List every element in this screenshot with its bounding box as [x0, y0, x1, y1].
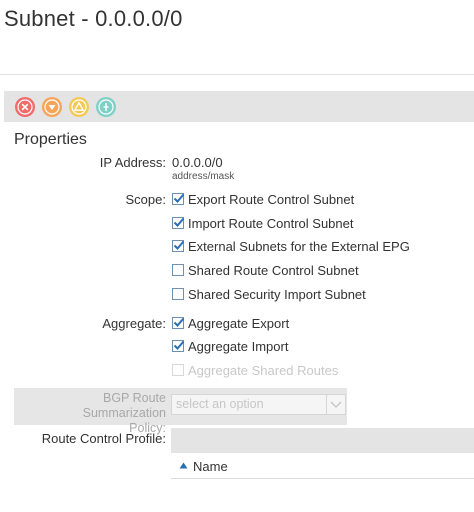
checkbox-label: Import Route Control Subnet	[188, 215, 354, 231]
download-button[interactable]	[42, 96, 62, 117]
bgp-policy-label-line1: BGP Route Summarization	[82, 391, 166, 420]
checkmark-icon	[173, 217, 185, 227]
bgp-policy-select: select an option	[171, 394, 346, 415]
checkbox	[172, 364, 184, 376]
sort-ascending-icon	[179, 462, 188, 469]
properties-heading: Properties	[14, 131, 87, 148]
checkbox-label: Shared Security Import Subnet	[188, 286, 366, 302]
scope-option-import-route-control[interactable]: Import Route Control Subnet	[172, 215, 353, 231]
checkbox-label: Aggregate Export	[188, 315, 290, 331]
checkbox-label: Aggregate Import	[188, 338, 289, 354]
scope-option-external-subnets[interactable]: External Subnets for the External EPG	[172, 238, 410, 254]
down-arrow-icon	[44, 98, 60, 115]
checkbox-label: External Subnets for the External EPG	[188, 238, 410, 254]
scope-option-shared-route-control[interactable]: Shared Route Control Subnet	[172, 262, 359, 278]
checkbox[interactable]	[172, 317, 185, 329]
name-column-header[interactable]: Name	[171, 453, 474, 479]
checkbox[interactable]	[172, 240, 185, 252]
page-title: Subnet - 0.0.0.0/0	[4, 6, 183, 31]
name-column-label: Name	[193, 459, 228, 474]
route-control-profile-toolbar	[171, 428, 474, 453]
delete-icon	[17, 98, 33, 115]
checkbox[interactable]	[172, 217, 185, 229]
checkbox-label: Export Route Control Subnet	[188, 191, 355, 207]
scope-option-export-route-control[interactable]: Export Route Control Subnet	[172, 191, 354, 207]
info-icon	[98, 98, 114, 115]
checkmark-icon	[173, 317, 185, 327]
warning-button[interactable]	[69, 96, 89, 117]
aggregate-option-export[interactable]: Aggregate Export	[172, 315, 289, 331]
route-control-profile-label: Route Control Profile:	[41, 431, 166, 446]
ip-address-value: 0.0.0.0/0	[172, 155, 223, 170]
title-divider	[0, 74, 474, 75]
chevron-down-icon	[326, 395, 345, 414]
checkbox-label: Aggregate Shared Routes	[188, 362, 339, 378]
warning-icon	[71, 98, 87, 115]
checkbox[interactable]	[172, 340, 185, 352]
info-button[interactable]	[96, 96, 116, 117]
checkbox-label: Shared Route Control Subnet	[188, 262, 359, 278]
ip-address-hint: address/mask	[172, 171, 235, 182]
checkbox[interactable]	[172, 193, 185, 205]
aggregate-option-import[interactable]: Aggregate Import	[172, 338, 288, 354]
scope-option-shared-security-import[interactable]: Shared Security Import Subnet	[172, 286, 366, 302]
aggregate-option-shared-routes: Aggregate Shared Routes	[172, 362, 338, 378]
checkmark-icon	[173, 340, 185, 350]
checkmark-icon	[173, 240, 185, 250]
scope-label: Scope:	[125, 192, 166, 207]
checkmark-icon	[173, 193, 185, 203]
delete-button[interactable]	[15, 96, 35, 117]
checkbox[interactable]	[172, 288, 184, 300]
bgp-policy-placeholder: select an option	[176, 397, 264, 411]
checkbox[interactable]	[172, 264, 184, 276]
toolbar	[4, 91, 474, 122]
bgp-policy-label: BGP Route Summarization Policy:	[18, 391, 166, 436]
ip-address-label: IP Address:	[99, 155, 166, 170]
aggregate-label: Aggregate:	[102, 316, 166, 331]
